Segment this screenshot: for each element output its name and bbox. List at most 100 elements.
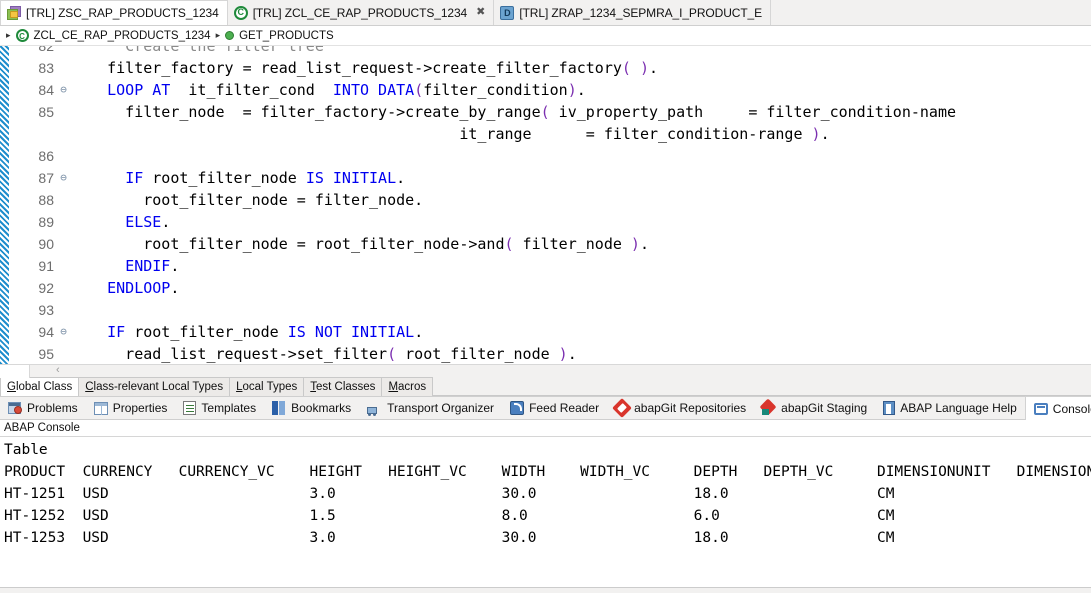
view-tab-templates[interactable]: Templates [175, 396, 264, 420]
editor-tab-label: [TRL] ZSC_RAP_PRODUCTS_1234 [26, 6, 219, 20]
source-subtab-0[interactable]: Global Class [0, 377, 80, 396]
code-line[interactable]: 91 ENDIF. [0, 255, 1091, 277]
code-text: IF root_filter_node IS INITIAL. [125, 169, 406, 187]
fold-toggle-icon[interactable]: ⊖ [56, 79, 71, 101]
source-subtab-3[interactable]: Test Classes [304, 377, 383, 396]
breadcrumb-class-label[interactable]: ZCL_CE_RAP_PRODUCTS_1234 [34, 30, 211, 42]
code-line[interactable]: 90 root_filter_node = root_filter_node->… [0, 233, 1091, 255]
code-text: filter_node = filter_factory->create_by_… [71, 103, 957, 121]
view-tab-console[interactable]: Console✖ [1024, 396, 1091, 420]
view-tab-label: Problems [27, 401, 78, 415]
line-number: 91 [38, 258, 54, 274]
editor-tab-0[interactable]: [TRL] ZSC_RAP_PRODUCTS_1234 [0, 0, 228, 25]
line-number: 87 [38, 170, 54, 186]
code-text: Create the filter tree [71, 46, 324, 55]
code-line[interactable]: 92 ENDLOOP. [0, 277, 1091, 299]
view-tab-label: Feed Reader [529, 401, 600, 415]
fold-toggle-icon[interactable]: ⊖ [56, 321, 71, 343]
line-number: 88 [38, 192, 54, 208]
code-text: LOOP AT it_filter_cond INTO DATA(filter_… [107, 81, 586, 99]
abapgit-staging-icon [759, 398, 777, 416]
eclipse-adt-window: [TRL] ZSC_RAP_PRODUCTS_1234 [TRL] ZCL_CE_… [0, 0, 1091, 593]
line-number: 92 [38, 280, 54, 296]
code-line[interactable]: 85 filter_node = filter_factory->create_… [0, 101, 1091, 123]
view-tab-transport-organizer[interactable]: Transport Organizer [359, 396, 502, 420]
abap-class-icon [233, 5, 248, 20]
view-tab-label: Templates [201, 401, 257, 415]
view-tab-abapgit-repositories[interactable]: abapGit Repositories [607, 396, 754, 420]
code-editor[interactable]: 82 Create the filter tree 83 filter_facto… [0, 46, 1091, 364]
view-tab-problems[interactable]: Problems [0, 396, 86, 420]
problems-icon [8, 401, 22, 415]
console-icon [1033, 402, 1048, 415]
editor-tab-1[interactable]: [TRL] ZCL_CE_RAP_PRODUCTS_1234 ✖ [227, 0, 495, 25]
code-text: IF root_filter_node IS NOT INITIAL. [107, 323, 424, 341]
line-number: 82 [38, 46, 54, 54]
view-tab-properties[interactable]: Properties [86, 396, 176, 420]
code-line[interactable]: 84 ⊖ LOOP AT it_filter_cond INTO DATA(fil… [0, 79, 1091, 101]
view-tab-abap-language-help[interactable]: ABAP Language Help [875, 396, 1025, 420]
line-number: 83 [38, 60, 54, 76]
console-footer [0, 588, 1091, 593]
abap-language-help-icon [883, 401, 896, 415]
breadcrumb-arrow2-icon[interactable]: ▸ [216, 30, 221, 41]
view-tab-label: Console [1052, 401, 1091, 416]
service-consumption-model-icon [7, 6, 21, 20]
line-number: 86 [38, 148, 54, 164]
view-tab-label: Bookmarks [291, 401, 352, 415]
fold-toggle-icon[interactable]: ⊖ [56, 167, 71, 189]
code-line[interactable]: 93 [0, 299, 1091, 321]
console-output[interactable]: Table PRODUCT CURRENCY CURRENCY_VC HEIGH… [0, 437, 1091, 588]
code-text: root_filter_node = filter_node. [71, 191, 424, 209]
source-subtab-2[interactable]: Local Types [230, 377, 305, 396]
code-text: read_list_request->set_filter( root_filt… [71, 345, 577, 363]
code-line[interactable]: 94 ⊖ IF root_filter_node IS NOT INITIAL. [0, 321, 1091, 343]
code-line[interactable]: it_range = filter_condition-range ). [0, 123, 1091, 145]
console-title: ABAP Console [0, 420, 1091, 437]
code-text: ELSE. [125, 213, 171, 231]
code-line[interactable]: 89 ELSE. [0, 211, 1091, 233]
breadcrumb-arrow-icon[interactable]: ▸ [6, 30, 11, 41]
source-subtab-1[interactable]: Class-relevant Local Types [79, 377, 231, 396]
close-icon[interactable]: ✖ [476, 7, 485, 18]
editor-tab-label: [TRL] ZRAP_1234_SEPMRA_I_PRODUCT_E [519, 5, 763, 20]
code-line[interactable]: 86 [0, 145, 1091, 167]
source-subtab-4[interactable]: Macros [382, 377, 434, 396]
view-tab-label: Transport Organizer [387, 401, 495, 415]
code-line-clipped-top: 82 Create the filter tree [0, 46, 1091, 57]
view-tab-bookmarks[interactable]: Bookmarks [264, 396, 359, 420]
subtab-left-box [0, 365, 30, 378]
source-subtab-label: Macros [388, 381, 427, 393]
code-line[interactable]: 88 root_filter_node = filter_node. [0, 189, 1091, 211]
line-number: 95 [38, 346, 54, 362]
code-line[interactable]: 82 Create the filter tree [0, 46, 1091, 57]
line-number: 84 [38, 82, 54, 98]
code-lines[interactable]: 82 Create the filter tree 83 filter_facto… [0, 46, 1091, 364]
view-tab-label: ABAP Language Help [900, 401, 1017, 415]
line-number: 89 [38, 214, 54, 230]
bookmarks-icon [272, 401, 286, 415]
breadcrumb-method-label[interactable]: GET_PRODUCTS [239, 30, 334, 42]
editor-tab-2[interactable]: [TRL] ZRAP_1234_SEPMRA_I_PRODUCT_E [494, 0, 772, 25]
line-number: 90 [38, 236, 54, 252]
view-tab-feed-reader[interactable]: Feed Reader [502, 396, 607, 420]
chevron-left-icon[interactable]: ‹ [56, 364, 60, 376]
view-tab-label: abapGit Repositories [634, 401, 747, 415]
code-line[interactable]: 87 ⊖ IF root_filter_node IS INITIAL. [0, 167, 1091, 189]
view-tab-abapgit-staging[interactable]: abapGit Staging [754, 396, 875, 420]
code-line[interactable]: 83 filter_factory = read_list_request->c… [0, 57, 1091, 79]
abap-class-icon [15, 29, 29, 42]
line-number [0, 123, 56, 145]
code-line[interactable]: 95 read_list_request->set_filter( root_f… [0, 343, 1091, 364]
properties-icon [93, 401, 108, 415]
source-subtab-label: Local Types [236, 381, 298, 393]
